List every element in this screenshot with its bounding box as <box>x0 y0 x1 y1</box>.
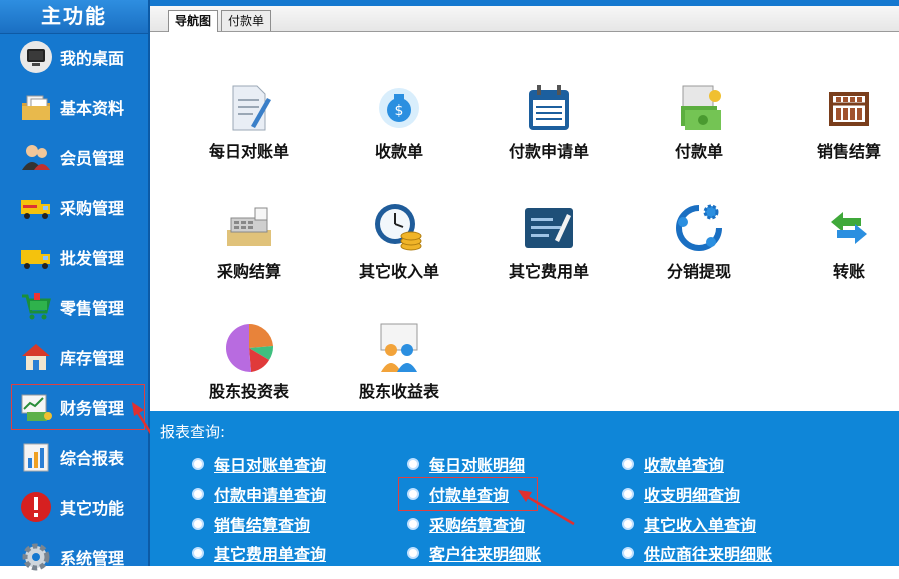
sidebar-item-retail[interactable]: 零售管理 <box>12 285 144 329</box>
tile-label: 销售结算 <box>816 142 881 161</box>
bullet-icon <box>407 547 419 559</box>
sidebar-item-label: 系统管理 <box>60 549 125 568</box>
money-bag-icon: $ <box>379 88 419 128</box>
users-icon <box>18 139 54 175</box>
sidebar-item-label: 会员管理 <box>60 149 125 168</box>
tile-receipt[interactable]: $ 收款单 <box>339 80 459 180</box>
sidebar-item-label: 财务管理 <box>60 399 125 418</box>
report-link-sales-settlement[interactable]: 销售结算查询 <box>192 512 310 536</box>
annotation-arrow <box>518 490 575 526</box>
bullet-icon <box>192 488 204 500</box>
tile-shareholder-investment[interactable]: 股东投资表 <box>189 320 309 420</box>
sidebar-item-system[interactable]: 系统管理 <box>12 535 144 579</box>
sidebar-item-inventory[interactable]: 库存管理 <box>12 335 144 379</box>
bullet-icon <box>622 547 634 559</box>
sidebar-title: 主功能 <box>0 0 148 34</box>
bullet-icon <box>192 547 204 559</box>
sidebar-item-wholesale[interactable]: 批发管理 <box>12 235 144 279</box>
pie-chart-icon <box>225 323 274 373</box>
tile-other-income[interactable]: 其它收入单 <box>339 200 459 300</box>
alert-icon <box>18 489 54 525</box>
bullet-icon <box>407 458 419 470</box>
folder-docs-icon <box>18 89 54 125</box>
tile-label: 付款单 <box>674 142 723 161</box>
bullet-icon <box>192 518 204 530</box>
monitor-icon <box>18 39 54 75</box>
reports-title: 报表查询: <box>160 423 226 441</box>
report-link-other-expense[interactable]: 其它费用单查询 <box>192 541 326 565</box>
sidebar-item-label: 零售管理 <box>60 299 125 318</box>
calendar-icon <box>529 85 569 130</box>
report-link-receipt[interactable]: 收款单查询 <box>622 452 724 476</box>
report-link-daily-statement[interactable]: 每日对账单查询 <box>192 452 326 476</box>
sidebar-item-label: 基本资料 <box>60 99 125 118</box>
tile-payment[interactable]: 付款单 <box>639 80 759 180</box>
tile-distribution-withdraw[interactable]: 分销提现 <box>639 200 759 300</box>
tile-label: 付款申请单 <box>508 142 589 161</box>
sidebar-item-label: 库存管理 <box>60 349 125 368</box>
tile-label: 转账 <box>832 262 865 281</box>
tile-label: 其它收入单 <box>358 262 439 281</box>
sidebar-item-finance[interactable]: 财务管理 <box>11 384 145 430</box>
tile-sales-settlement[interactable]: 销售结算 <box>789 80 899 180</box>
abacus-icon <box>829 92 869 126</box>
sidebar-item-basic-data[interactable]: 基本资料 <box>12 85 144 129</box>
report-link-income-expense[interactable]: 收支明细查询 <box>622 482 740 506</box>
cash-register-icon <box>227 207 271 246</box>
people-presentation-icon <box>380 323 418 372</box>
sidebar-item-desktop[interactable]: 我的桌面 <box>12 35 144 79</box>
tile-label: 收款单 <box>374 142 423 161</box>
clock-coins-icon <box>375 204 422 251</box>
tile-label: 采购结算 <box>216 262 281 281</box>
sidebar-item-label: 批发管理 <box>60 249 125 268</box>
tile-other-expense[interactable]: 其它费用单 <box>489 200 609 300</box>
bullet-icon <box>622 518 634 530</box>
tile-label: 每日对账单 <box>208 142 289 161</box>
sidebar-item-label: 其它功能 <box>60 499 125 518</box>
report-link-payment-request[interactable]: 付款申请单查询 <box>192 482 326 506</box>
sidebar-item-label: 我的桌面 <box>60 49 125 68</box>
tile-payment-request[interactable]: 付款申请单 <box>489 80 609 180</box>
tile-label: 股东收益表 <box>358 382 439 401</box>
gear-icon <box>18 539 54 575</box>
report-link-daily-detail[interactable]: 每日对账明细 <box>407 452 525 476</box>
sidebar-item-reports[interactable]: 综合报表 <box>12 435 144 479</box>
sidebar-item-other[interactable]: 其它功能 <box>12 485 144 529</box>
house-icon <box>18 339 54 375</box>
shopping-cart-icon <box>18 289 54 325</box>
tab-navigation[interactable]: 导航图 <box>168 10 219 32</box>
report-link-customer-ledger[interactable]: 客户往来明细账 <box>407 541 541 565</box>
tile-label: 其它费用单 <box>508 262 589 281</box>
bullet-icon <box>622 488 634 500</box>
tile-transfer[interactable]: 转账 <box>789 200 899 300</box>
report-link-purchase-settlement[interactable]: 采购结算查询 <box>407 512 525 536</box>
tile-shareholder-income[interactable]: 股东收益表 <box>339 320 459 420</box>
tab-payment[interactable]: 付款单 <box>221 10 272 31</box>
cash-notes-icon <box>681 85 721 130</box>
bullet-icon <box>622 458 634 470</box>
bullet-icon <box>407 518 419 530</box>
tile-label: 股东投资表 <box>208 382 289 401</box>
truck-icon <box>18 239 54 275</box>
money-chart-icon <box>18 389 54 425</box>
tile-purchase-settlement[interactable]: 采购结算 <box>189 200 309 300</box>
delivery-truck-icon <box>18 189 54 225</box>
gears-icon <box>676 204 722 251</box>
tile-daily-statement[interactable]: 每日对账单 <box>189 80 309 180</box>
sidebar: 主功能 我的桌面 基本资料 会员管理 采购管理 批发管理 零售管理 库存管理 财… <box>0 0 150 571</box>
document-pen-icon <box>232 85 271 131</box>
tile-label: 分销提现 <box>666 262 731 281</box>
bar-chart-icon <box>18 439 54 475</box>
report-link-other-income[interactable]: 其它收入单查询 <box>622 512 756 536</box>
sidebar-item-label: 采购管理 <box>60 199 125 218</box>
card-pen-icon <box>525 208 573 248</box>
bullet-icon <box>192 458 204 470</box>
svg-text:$: $ <box>395 103 404 119</box>
sidebar-item-label: 综合报表 <box>60 449 125 468</box>
top-accent-bar <box>150 0 899 6</box>
sidebar-item-members[interactable]: 会员管理 <box>12 135 144 179</box>
report-link-supplier-ledger[interactable]: 供应商往来明细账 <box>622 541 772 565</box>
transfer-arrows-icon <box>831 212 867 244</box>
sidebar-item-purchase[interactable]: 采购管理 <box>12 185 144 229</box>
